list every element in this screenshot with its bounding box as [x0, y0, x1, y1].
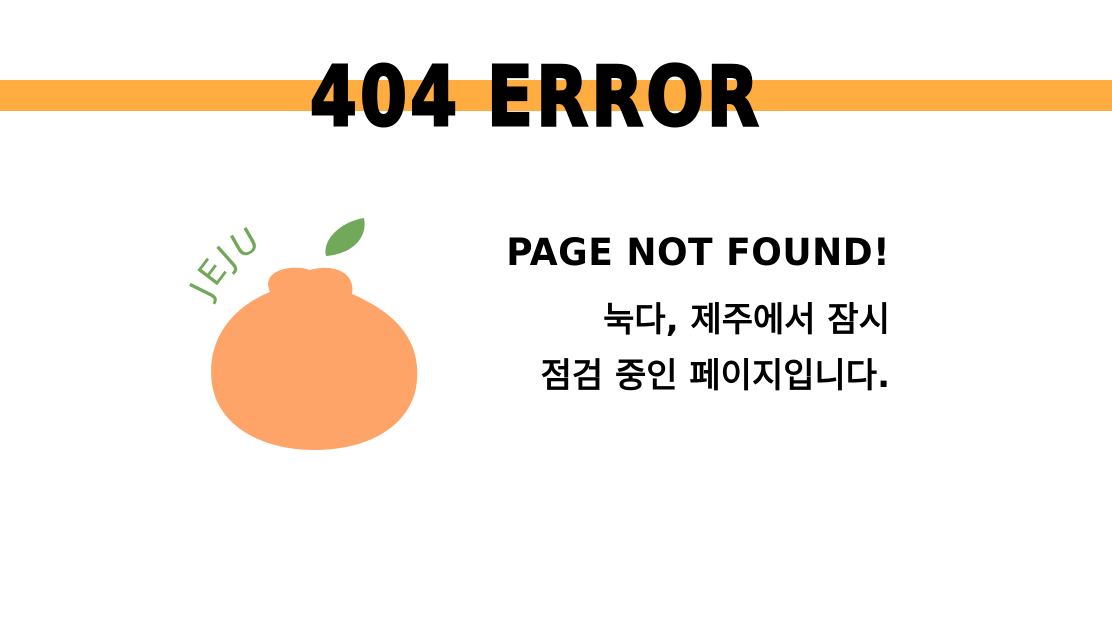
description-line-1: 눅다, 제주에서 잠시 [603, 300, 890, 340]
message-block: PAGE NOT FOUND! 눅다, 제주에서 잠시 점검 중인 페이지입니다… [420, 231, 890, 404]
description-line-2: 점검 중인 페이지입니다. [540, 356, 890, 396]
error-title: 404 ERROR [0, 52, 1112, 142]
tangerine-icon [211, 267, 418, 450]
leaf-icon [325, 218, 365, 256]
error-title-text: 404 ERROR [310, 52, 762, 142]
page-not-found-heading: PAGE NOT FOUND! [506, 231, 890, 275]
tangerine-illustration: JEJU [180, 200, 440, 470]
jeju-label: JEJU [181, 219, 268, 306]
jeju-label-text: JEJU [181, 219, 265, 306]
